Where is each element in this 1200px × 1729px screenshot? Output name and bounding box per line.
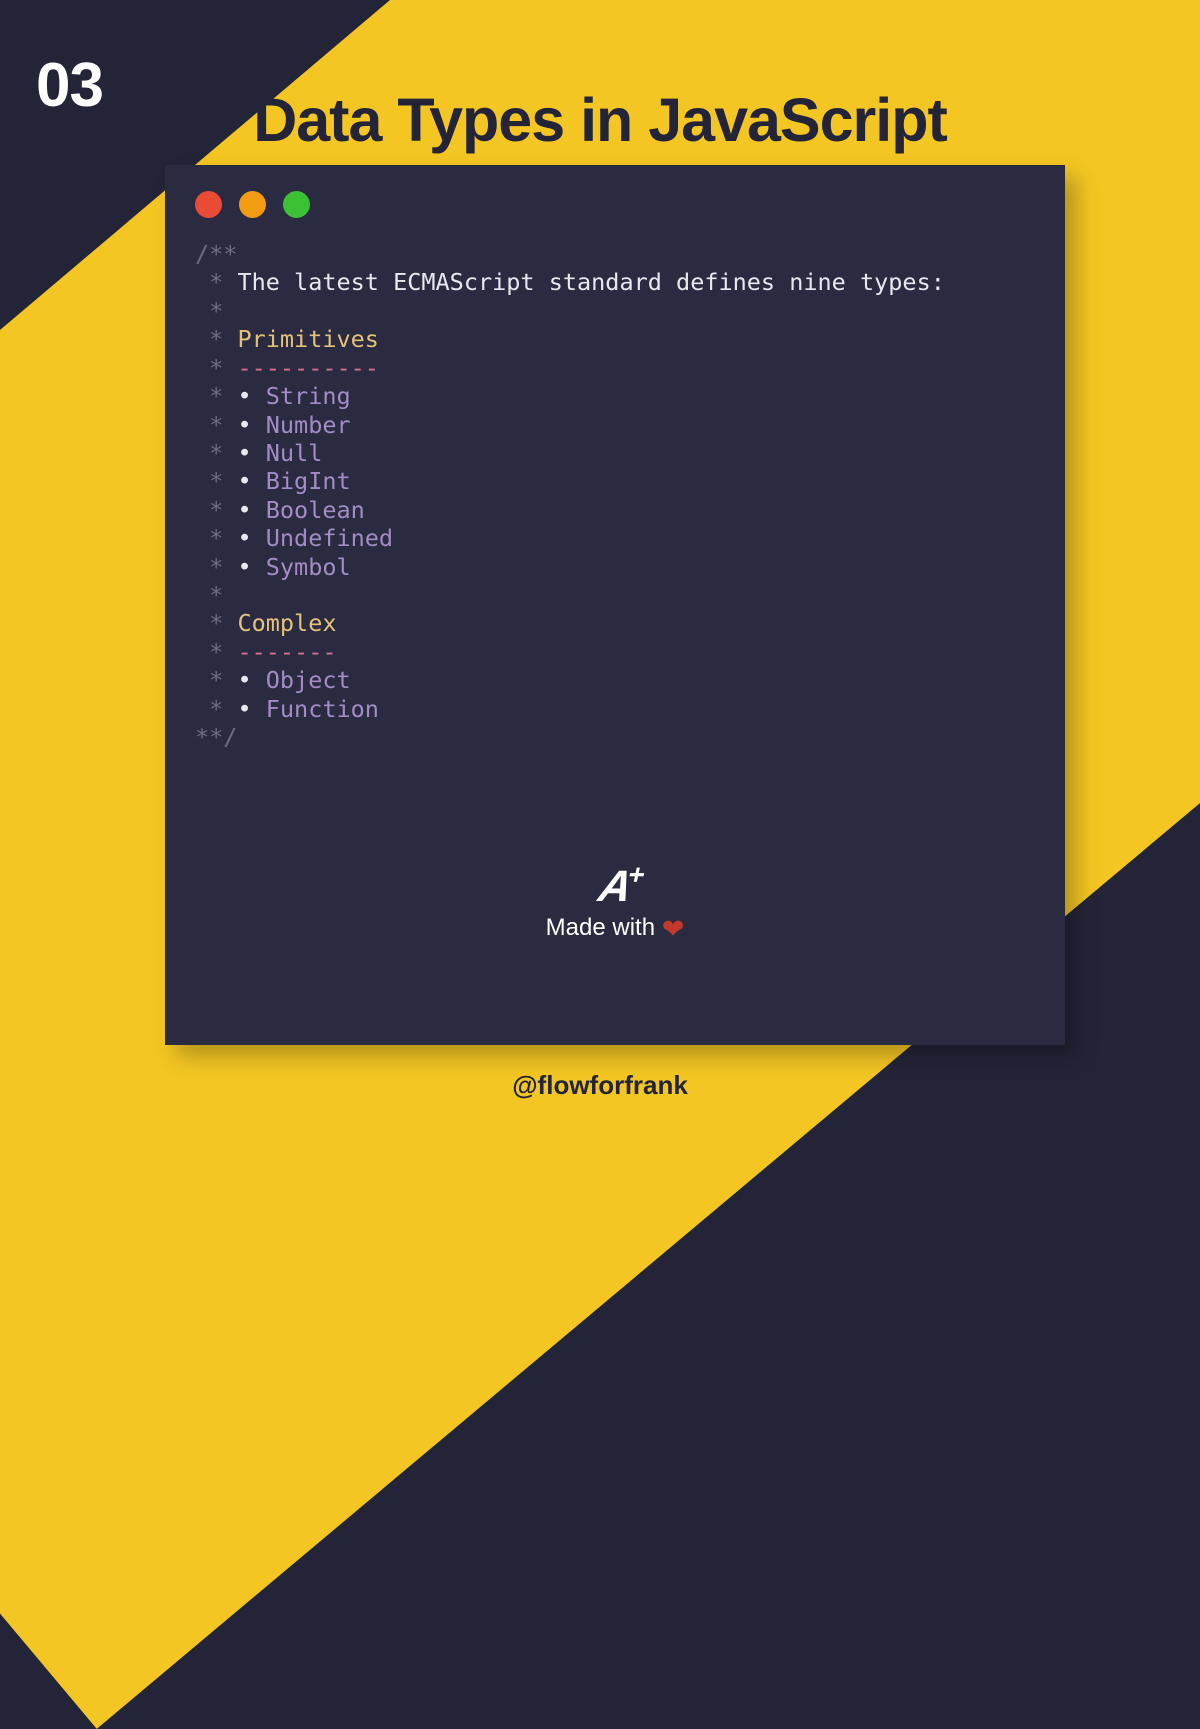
comment-close: **/ [195,723,237,751]
made-with-text: Made with ❤ [165,914,1065,945]
footer-logo: A+ Made with ❤ [165,859,1065,945]
type-item: Number [266,411,351,439]
traffic-lights [195,191,1035,218]
page-title: Data Types in JavaScript [0,85,1200,155]
divider: ---------- [237,354,378,382]
divider: ------- [237,638,336,666]
maximize-icon [283,191,310,218]
logo-icon: A+ [586,859,643,912]
type-item: BigInt [266,467,351,495]
type-item: Object [266,666,351,694]
minimize-icon [239,191,266,218]
complex-heading: Complex [237,609,336,637]
type-item: Undefined [266,524,393,552]
type-item: Boolean [266,496,365,524]
intro-line: The latest ECMAScript standard defines n… [237,268,944,296]
primitives-heading: Primitives [237,325,378,353]
type-item: Symbol [266,553,351,581]
comment-open: /** [195,240,237,268]
type-item: Function [266,695,379,723]
code-window: /** * The latest ECMAScript standard def… [165,165,1065,1045]
type-item: Null [266,439,323,467]
code-block: /** * The latest ECMAScript standard def… [195,240,1035,752]
heart-icon: ❤ [662,914,685,944]
author-handle: @flowforfrank [0,1070,1200,1101]
close-icon [195,191,222,218]
type-item: String [266,382,351,410]
